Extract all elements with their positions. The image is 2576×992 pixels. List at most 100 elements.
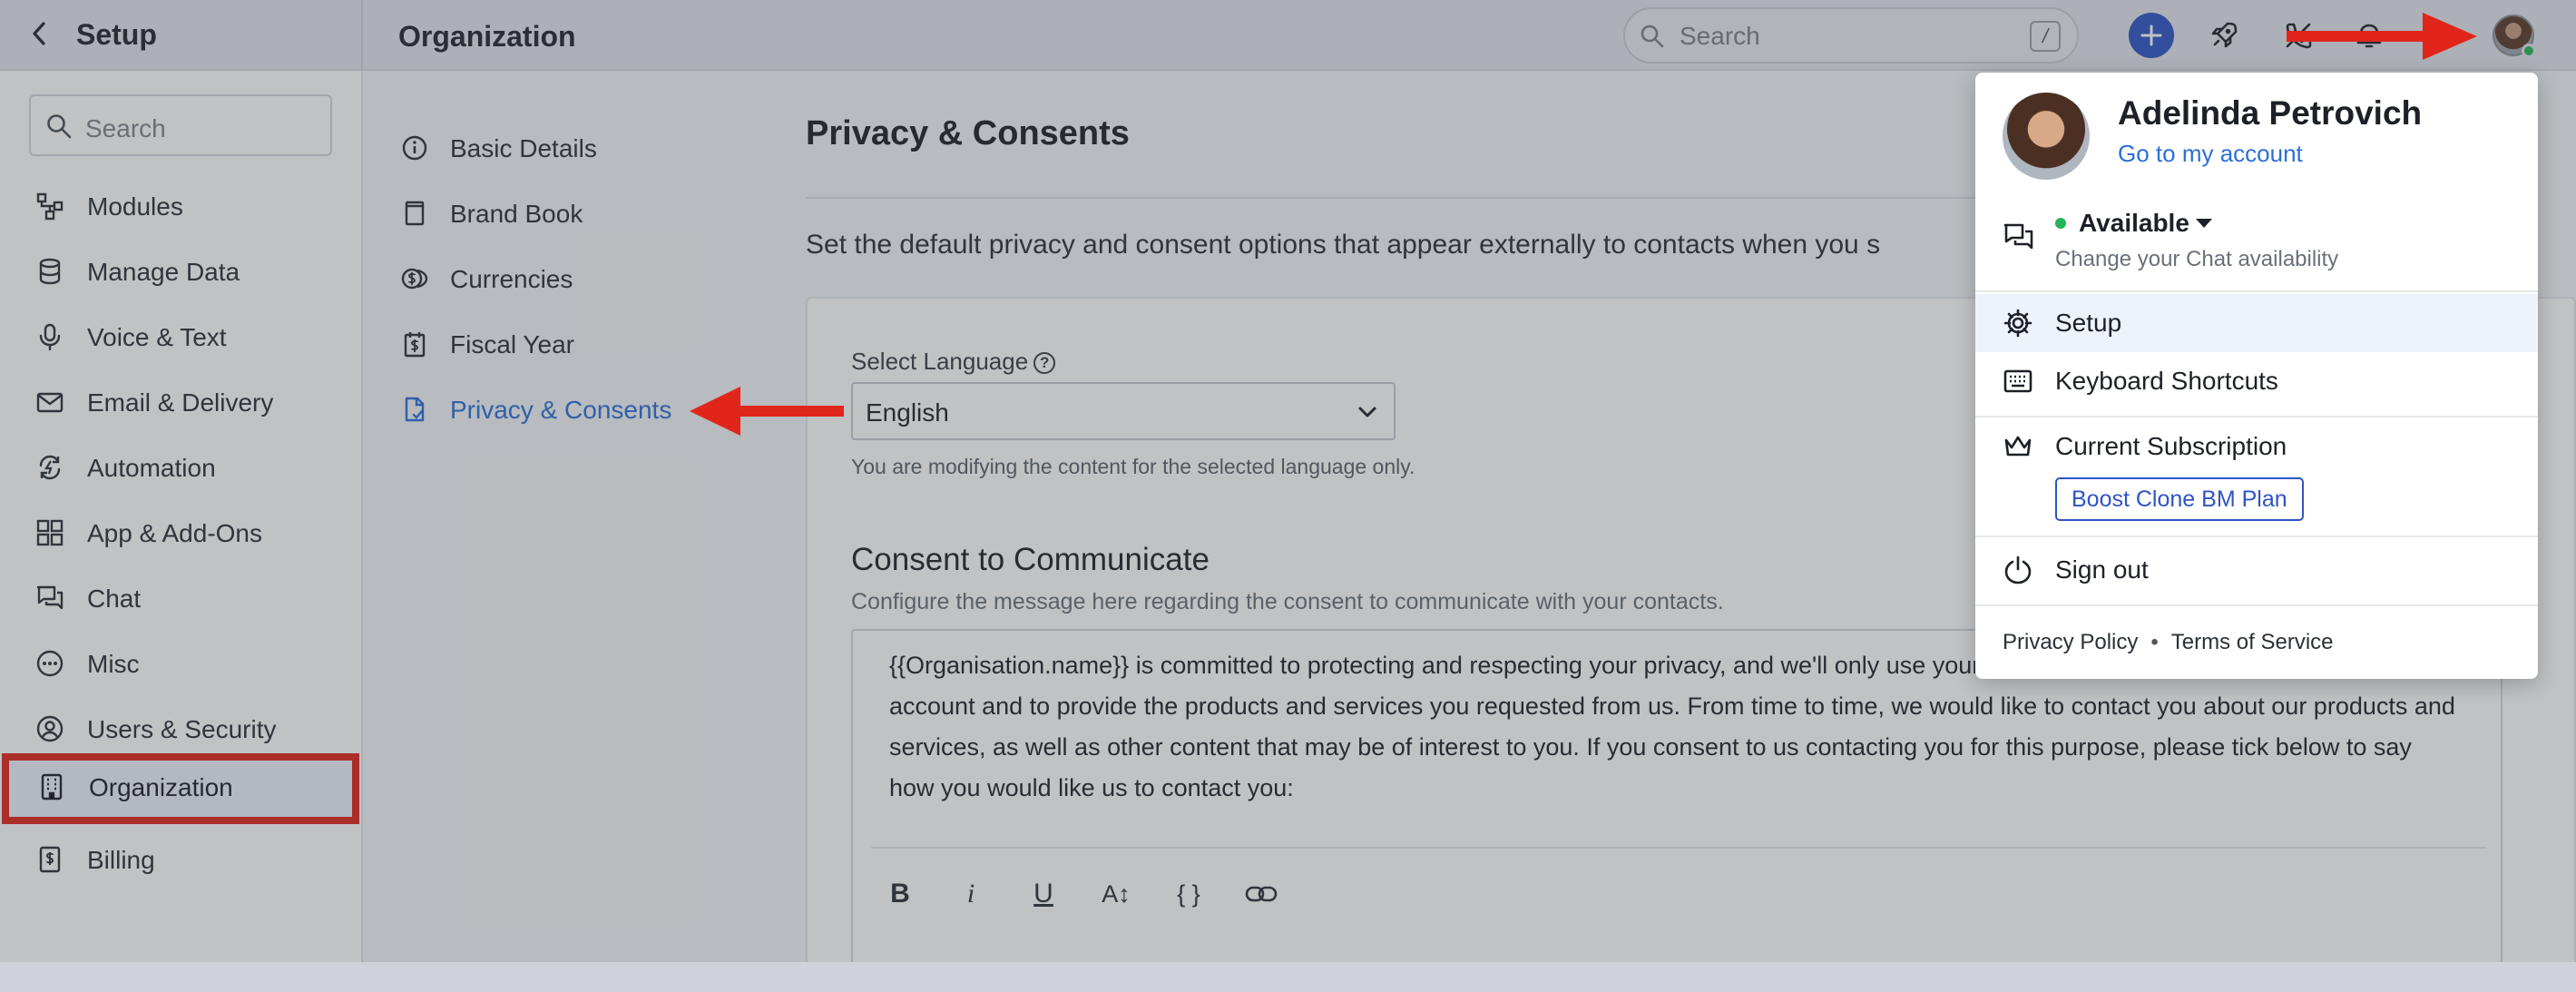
- consent-message-editor[interactable]: {{Organisation.name}} is committed to pr…: [851, 629, 2503, 992]
- back-button[interactable]: [22, 16, 56, 51]
- plus-icon: [2140, 25, 2162, 46]
- top-bar: Setup Organization Search /: [0, 0, 2576, 71]
- sidebar-item-users-security[interactable]: Users & Security: [0, 695, 361, 761]
- help-button[interactable]: [2417, 13, 2463, 58]
- notifications-button[interactable]: [2346, 13, 2392, 58]
- menu-item-label: Setup: [2055, 309, 2122, 337]
- user-circle-icon: [34, 713, 65, 744]
- billing-icon: [34, 844, 65, 875]
- search-placeholder: Search: [1680, 22, 1760, 50]
- subnav-item-label: Fiscal Year: [450, 330, 574, 358]
- chat-icon: [2003, 223, 2033, 250]
- go-to-account-link[interactable]: Go to my account: [2118, 140, 2303, 168]
- user-avatar-button[interactable]: [2493, 15, 2536, 58]
- menu-item-label: Sign out: [2055, 555, 2149, 584]
- menu-item-setup[interactable]: Setup: [1975, 294, 2538, 352]
- phone-button[interactable]: [2276, 13, 2321, 58]
- building-icon: [36, 771, 67, 802]
- plan-badge[interactable]: Boost Clone BM Plan: [2055, 477, 2304, 521]
- coins-icon: [399, 263, 430, 294]
- bold-button[interactable]: B: [878, 872, 922, 916]
- keyboard-icon: [2003, 366, 2033, 397]
- divider: [361, 0, 363, 71]
- sidebar-item-chat[interactable]: Chat: [0, 565, 361, 630]
- microphone-icon: [34, 321, 65, 352]
- sidebar-item-label: Manage Data: [87, 258, 240, 286]
- italic-button[interactable]: i: [949, 872, 993, 916]
- sidebar-item-label: Email & Delivery: [87, 388, 274, 417]
- chevron-down-icon: [1358, 407, 1376, 417]
- grid-icon: [34, 517, 65, 548]
- link-button[interactable]: [1239, 872, 1283, 916]
- global-search-input[interactable]: Search /: [1623, 7, 2079, 64]
- help-circle-icon: [2426, 22, 2454, 49]
- menu-item-sign-out[interactable]: Sign out: [1975, 541, 2538, 599]
- add-button[interactable]: [2129, 13, 2174, 58]
- chat-icon: [34, 583, 65, 614]
- menu-item-label: Current Subscription: [2055, 432, 2287, 460]
- menu-item-keyboard-shortcuts[interactable]: Keyboard Shortcuts: [1975, 352, 2538, 410]
- crown-icon: [2003, 431, 2033, 462]
- sidebar-search-placeholder: Search: [85, 114, 166, 142]
- power-icon: [2003, 555, 2033, 585]
- terms-of-service-link[interactable]: Terms of Service: [2171, 630, 2334, 654]
- language-select[interactable]: English: [851, 382, 1396, 440]
- sidebar-item-label: Billing: [87, 846, 155, 874]
- underline-button[interactable]: U: [1022, 872, 1065, 916]
- document-check-icon: [399, 394, 430, 425]
- overlay-bottom-strip: [0, 962, 2576, 992]
- sidebar-item-voice-text[interactable]: Voice & Text: [0, 303, 361, 368]
- divider: [1975, 290, 2538, 292]
- language-select-value: English: [866, 398, 949, 427]
- sidebar-item-label: Modules: [87, 192, 183, 221]
- subnav-item-label: Privacy & Consents: [450, 396, 672, 424]
- sidebar-item-automation[interactable]: Automation: [0, 434, 361, 499]
- footer-separator: •: [2150, 630, 2159, 654]
- info-icon: [399, 133, 430, 163]
- caret-down-icon[interactable]: [2196, 219, 2212, 228]
- page-title: Organization: [398, 20, 576, 53]
- divider: [1975, 604, 2538, 606]
- setup-sidebar: Search Modules Manage Data Voice & Text …: [0, 71, 363, 992]
- language-note: You are modifying the content for the se…: [851, 455, 1415, 478]
- privacy-policy-link[interactable]: Privacy Policy: [2003, 630, 2138, 654]
- phone-off-icon: [2286, 23, 2312, 49]
- bell-icon: [2356, 24, 2382, 48]
- sidebar-item-label: Misc: [87, 650, 140, 678]
- sidebar-search-input[interactable]: Search: [29, 94, 332, 156]
- online-status-dot: [2522, 44, 2536, 58]
- section-description: Set the default privacy and consent opti…: [806, 230, 1881, 260]
- variables-button[interactable]: { }: [1167, 872, 1210, 916]
- dropdown-footer: Privacy Policy • Terms of Service: [2003, 630, 2334, 655]
- help-icon[interactable]: ?: [1033, 352, 1056, 374]
- search-icon: [1641, 25, 1664, 48]
- sidebar-item-app-addons[interactable]: App & Add-Ons: [0, 499, 361, 565]
- sidebar-item-billing[interactable]: Billing: [0, 826, 361, 891]
- language-label: Select Language?: [851, 348, 1056, 376]
- automation-icon: [34, 452, 65, 483]
- book-icon: [399, 198, 430, 229]
- subnav-item-label: Basic Details: [450, 134, 597, 162]
- divider: [871, 847, 2486, 849]
- text-size-button[interactable]: A↕: [1094, 872, 1138, 916]
- menu-item-current-subscription: Current Subscription: [1975, 417, 2538, 476]
- consent-title: Consent to Communicate: [851, 542, 1210, 577]
- sidebar-item-email-delivery[interactable]: Email & Delivery: [0, 368, 361, 434]
- sidebar-item-misc[interactable]: Misc: [0, 630, 361, 695]
- sidebar-item-manage-data[interactable]: Manage Data: [0, 238, 361, 303]
- status-dot: [2055, 218, 2066, 229]
- setup-title: Setup: [76, 18, 157, 51]
- sidebar-item-label: Voice & Text: [87, 323, 227, 351]
- search-icon: [47, 114, 72, 139]
- ellipsis-icon: [34, 648, 65, 679]
- rocket-button[interactable]: [2201, 13, 2247, 58]
- sidebar-item-organization[interactable]: Organization: [2, 753, 359, 824]
- sidebar-item-label: Automation: [87, 454, 216, 482]
- availability-status[interactable]: Available: [2079, 209, 2189, 238]
- sidebar-item-label: App & Add-Ons: [87, 519, 263, 547]
- sidebar-item-label: Users & Security: [87, 715, 277, 743]
- sidebar-item-modules[interactable]: Modules: [0, 172, 361, 238]
- sidebar-item-label: Organization: [89, 773, 233, 801]
- consent-description: Configure the message here regarding the…: [851, 589, 1724, 614]
- database-icon: [34, 256, 65, 287]
